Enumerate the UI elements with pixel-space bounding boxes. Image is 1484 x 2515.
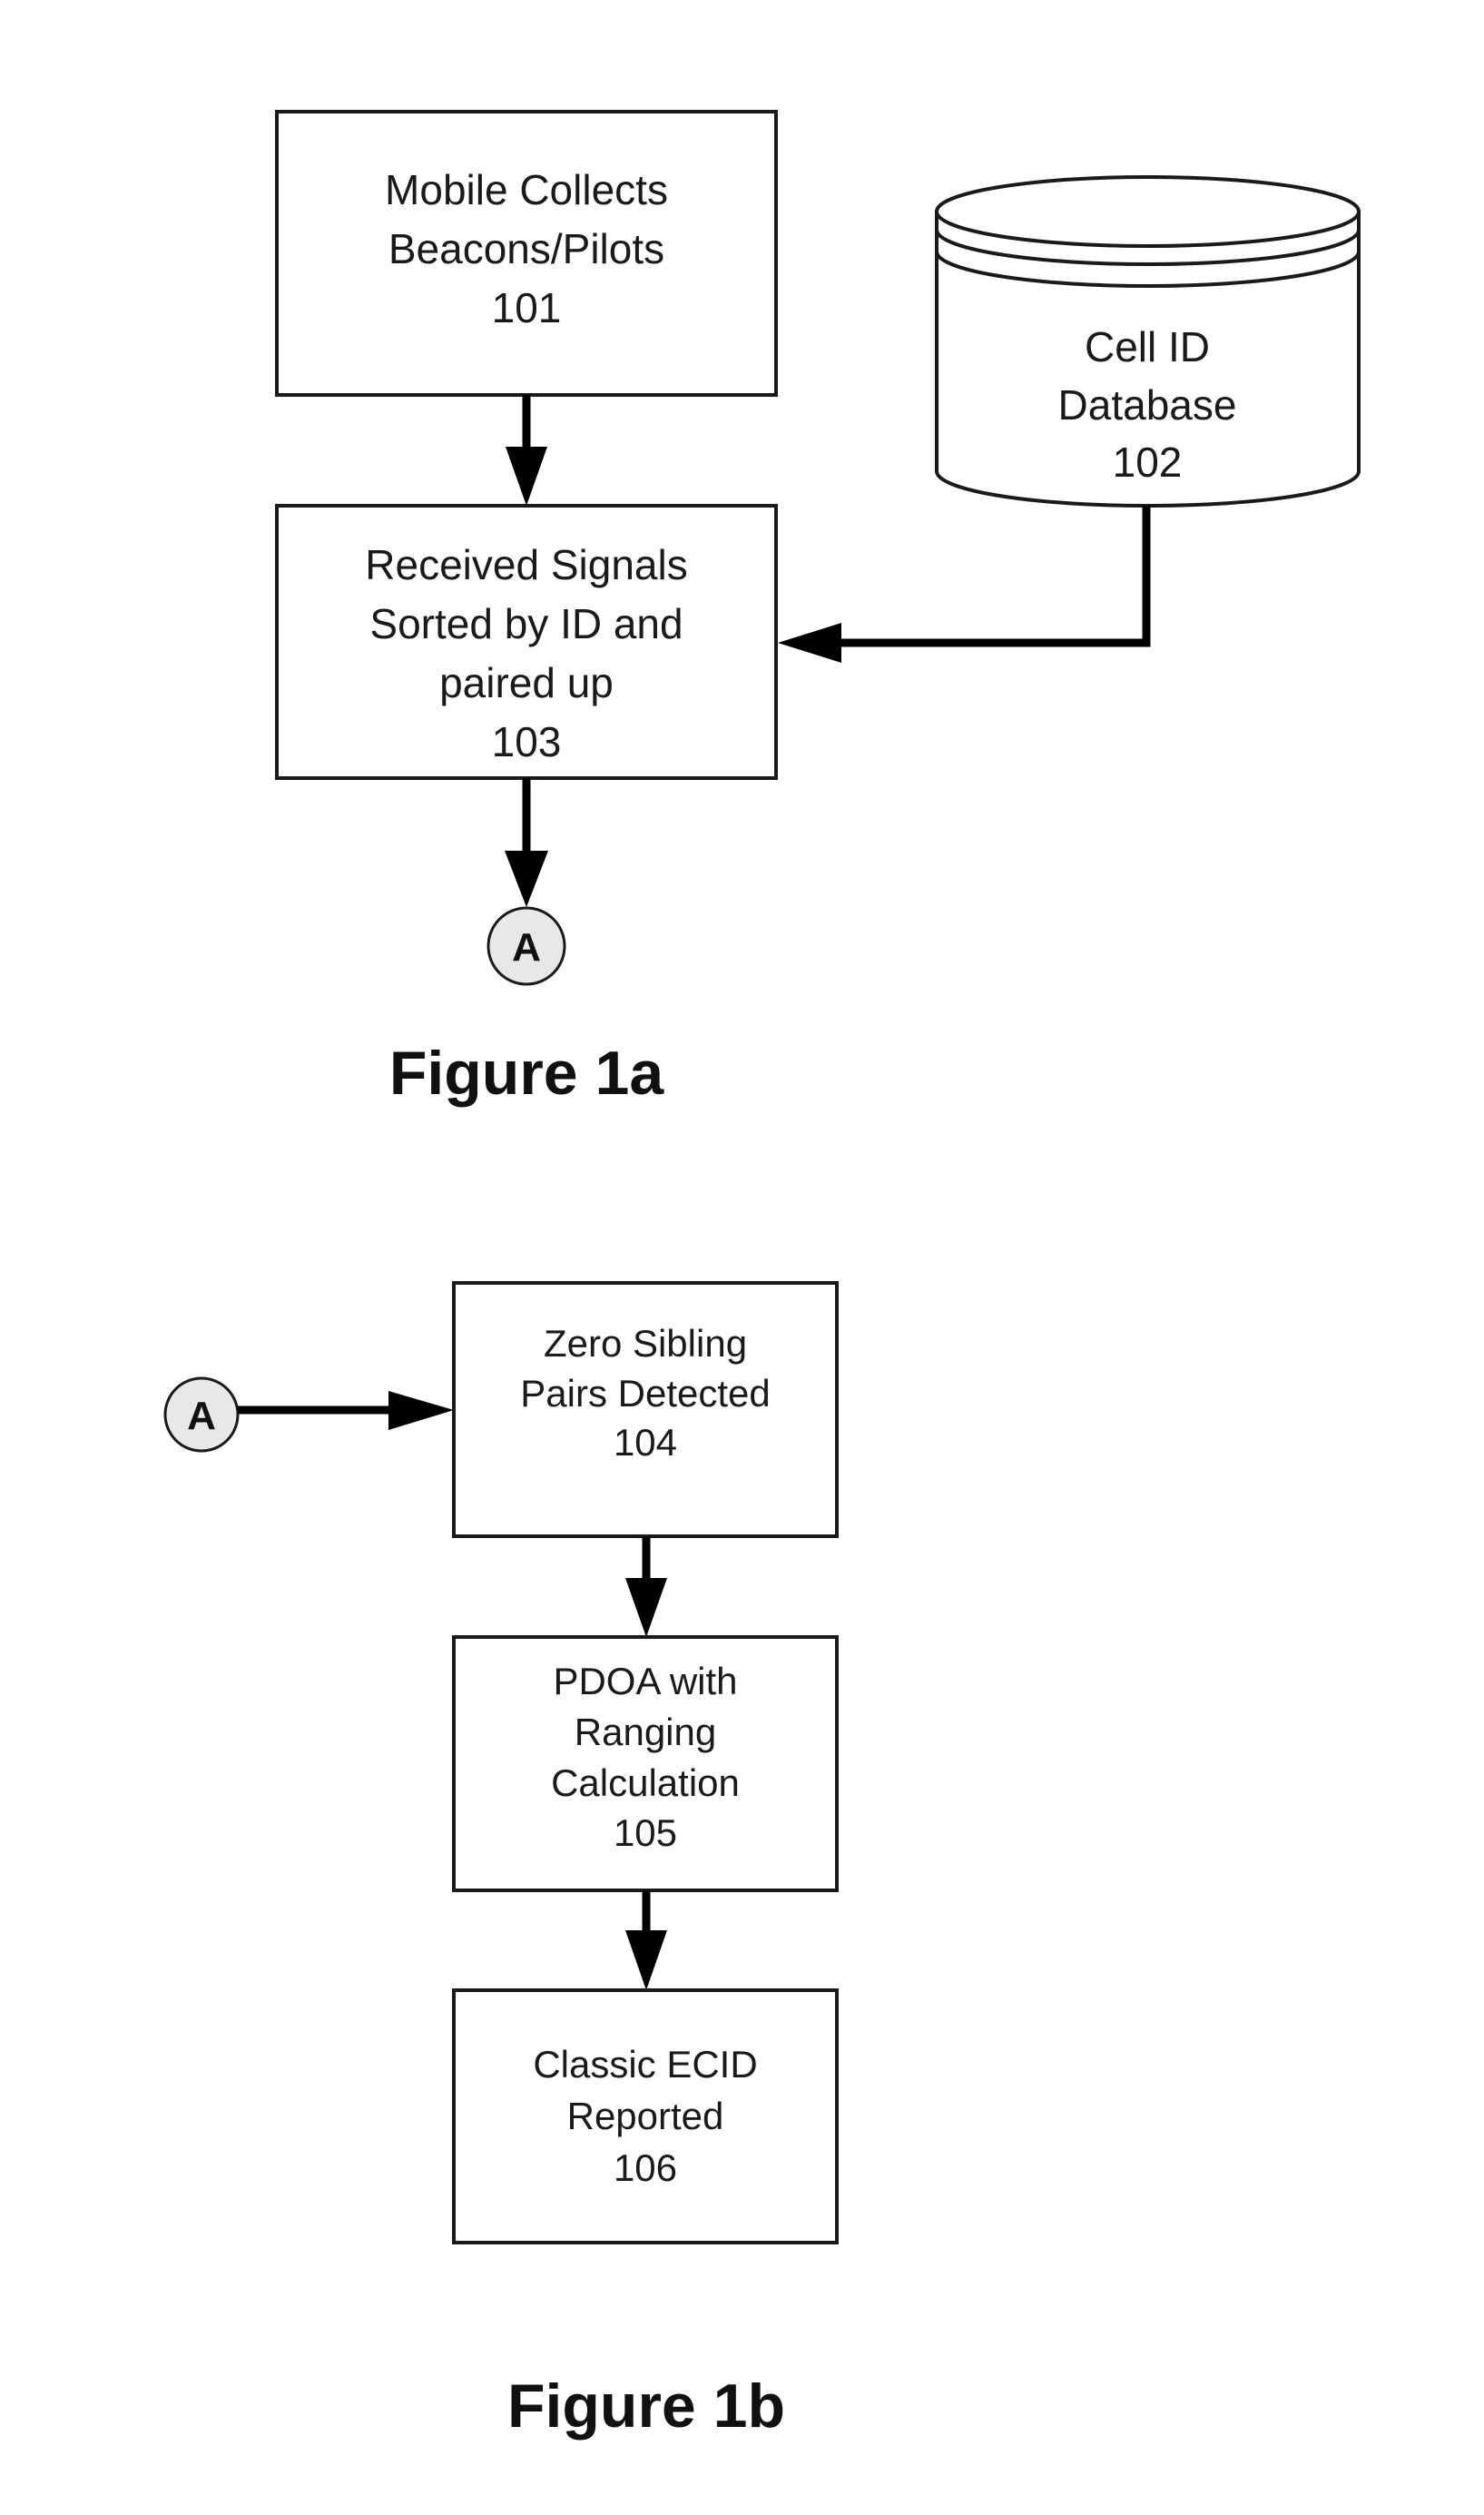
- box-106-line-3: 106: [614, 2146, 677, 2189]
- arrow-105-to-106: [625, 1890, 667, 1990]
- figure-1b-caption: Figure 1b: [507, 2372, 785, 2441]
- offpage-connector-a-out: A: [486, 906, 566, 986]
- box-105-line-3: Calculation: [551, 1761, 740, 1804]
- flowchart-canvas: Mobile Collects Beacons/Pilots 101 Cell …: [163, 110, 1361, 2441]
- process-box-103: Received Signals Sorted by ID and paired…: [275, 504, 778, 780]
- arrow-right-icon: [388, 1391, 454, 1430]
- arrow-down-icon: [506, 447, 547, 506]
- arrow-down-icon: [625, 1930, 667, 1990]
- box-103-line-2: Sorted by ID and: [369, 600, 683, 647]
- process-box-104: Zero Sibling Pairs Detected 104: [452, 1281, 839, 1538]
- arrow-a-to-104: [238, 1391, 454, 1430]
- db-102-line-1: Cell ID: [1085, 323, 1210, 370]
- box-106-line-1: Classic ECID: [533, 2043, 757, 2086]
- box-104-line-3: 104: [614, 1421, 677, 1464]
- offpage-connector-a-in: A: [163, 1376, 240, 1453]
- box-103-line-1: Received Signals: [365, 541, 687, 588]
- box-105-line-1: PDOA with: [553, 1660, 737, 1702]
- process-box-101: Mobile Collects Beacons/Pilots 101: [275, 110, 778, 397]
- arrow-104-to-105: [625, 1536, 667, 1637]
- database-cylinder-102: Cell ID Database 102: [935, 175, 1361, 508]
- figure-1a-caption: Figure 1a: [389, 1039, 664, 1108]
- arrow-left-icon: [778, 623, 841, 663]
- box-106-line-2: Reported: [567, 2095, 724, 2137]
- process-box-106: Classic ECID Reported 106: [452, 1988, 839, 2244]
- box-103-line-4: 103: [492, 718, 562, 765]
- database-cylinder-top: [935, 175, 1361, 248]
- box-105-line-4: 105: [614, 1811, 677, 1854]
- arrow-101-to-103: [506, 395, 547, 506]
- arrow-down-icon: [505, 851, 548, 907]
- arrow-102-to-103: [778, 506, 1151, 663]
- db-102-line-3: 102: [1113, 439, 1183, 486]
- box-101-line-2: Beacons/Pilots: [388, 225, 664, 272]
- db-102-line-2: Database: [1058, 381, 1237, 429]
- process-box-105: PDOA with Ranging Calculation 105: [452, 1635, 839, 1892]
- box-103-line-3: paired up: [439, 659, 614, 706]
- connector-a-label: A: [512, 925, 541, 970]
- box-105-line-2: Ranging: [575, 1711, 716, 1753]
- box-101-line-3: 101: [492, 284, 562, 331]
- figure-1a: Mobile Collects Beacons/Pilots 101 Cell …: [275, 110, 1361, 1108]
- arrow-103-to-connector-a: [505, 778, 548, 907]
- arrow-102-to-103-shaft: [840, 506, 1151, 647]
- figure-1b: A Zero Sibling Pairs Detected 104 PDOA w…: [163, 1281, 839, 2441]
- connector-a-label: A: [187, 1394, 216, 1438]
- box-104-line-2: Pairs Detected: [520, 1372, 770, 1415]
- arrow-down-icon: [625, 1578, 667, 1637]
- box-104-line-1: Zero Sibling: [544, 1322, 747, 1365]
- box-101-line-1: Mobile Collects: [385, 166, 668, 213]
